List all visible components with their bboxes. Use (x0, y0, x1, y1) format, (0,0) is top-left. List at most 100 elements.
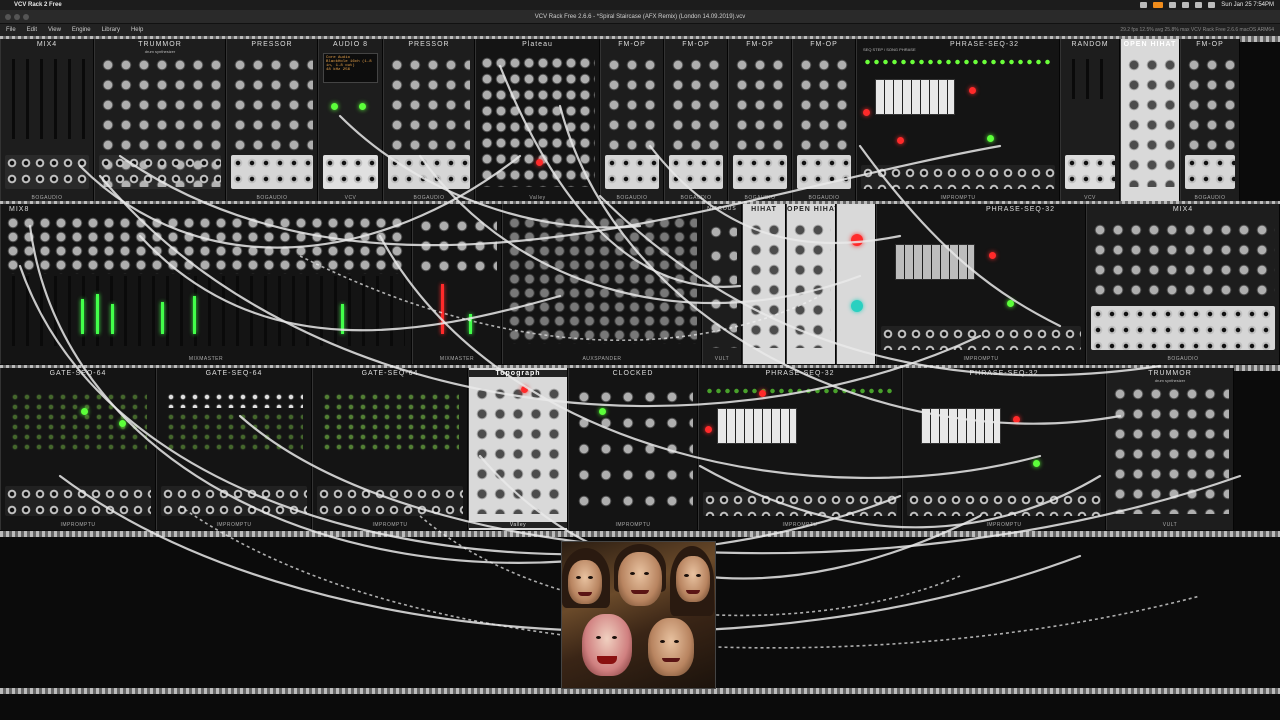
knob-grid[interactable] (231, 55, 313, 153)
search-icon[interactable] (1195, 2, 1203, 8)
jack-panel[interactable] (323, 155, 378, 189)
menu-library[interactable]: Library (102, 27, 120, 33)
module-open-hihat[interactable]: OPEN HIHAT (1120, 39, 1180, 203)
knob-grid[interactable] (5, 216, 407, 274)
recording-indicator-icon[interactable] (1153, 2, 1164, 8)
knob-grid[interactable] (1185, 55, 1235, 153)
module-phrase-seq-32[interactable]: PHRASE-SEQ-32 IMPROMPTU (902, 368, 1106, 530)
knob-grid[interactable] (605, 55, 659, 153)
knob-grid[interactable] (388, 55, 470, 153)
jack-panel[interactable] (1065, 155, 1115, 189)
module-mixmaster-aux[interactable]: MIXMASTER (412, 204, 502, 364)
jack-panel[interactable] (1185, 155, 1235, 189)
knob-grid[interactable] (791, 220, 831, 348)
knob-grid[interactable] (1111, 384, 1229, 514)
teal-knob[interactable] (851, 300, 863, 312)
module-fm-op[interactable]: FM-OP BOGAUDIO (664, 39, 728, 203)
module-audio8[interactable]: AUDIO 8 Core Audio BlackHole 16ch (1-8 i… (318, 39, 383, 203)
knob-grid[interactable] (507, 216, 697, 344)
jack-panel[interactable] (1091, 306, 1275, 350)
knob-grid[interactable] (473, 384, 563, 514)
module-fm-op[interactable]: FM-OP BOGAUDIO (792, 39, 856, 203)
jack-panel[interactable] (703, 492, 897, 516)
jack-panel[interactable] (99, 155, 221, 189)
menubar-clock[interactable]: Sun Jan 25 7:54PM (1221, 2, 1274, 8)
menubar-app-name[interactable]: VCV Rack 2 Free (14, 2, 62, 8)
battery-icon[interactable] (1169, 2, 1177, 8)
jack-panel[interactable] (669, 155, 723, 189)
module-nitrous[interactable]: NITROUS VULT (702, 204, 742, 364)
module-gate-seq-64[interactable]: GATE-SEQ-64 IMPROMPTU (0, 368, 156, 530)
gate-grid[interactable] (321, 392, 459, 452)
module-pressor[interactable]: PRESSOR BOGAUDIO (383, 39, 475, 203)
slider-bank[interactable] (1067, 59, 1113, 99)
close-window-button[interactable] (5, 14, 11, 20)
module-plateau[interactable]: Plateau Valley (475, 39, 600, 203)
module-fm-op[interactable]: FM-OP BOGAUDIO (600, 39, 664, 203)
knob-grid[interactable] (669, 55, 723, 153)
module-phrase-seq-32[interactable]: PHRASE-SEQ-32 IMPROMPTU (876, 204, 1086, 364)
gate-grid[interactable] (9, 392, 147, 452)
module-gate-seq-64[interactable]: GATE-SEQ-64 IMPROMPTU (156, 368, 312, 530)
module-hihat[interactable]: HIHAT (742, 204, 786, 364)
knob-grid[interactable] (1125, 55, 1175, 187)
jack-panel[interactable] (231, 155, 313, 189)
module-trummor[interactable]: TRUMMOR drum synthesizer (94, 39, 226, 203)
piano-keys[interactable] (717, 408, 797, 444)
menu-help[interactable]: Help (131, 27, 143, 33)
knob-grid[interactable] (747, 220, 781, 348)
jack-panel[interactable] (797, 155, 851, 189)
wifi-icon[interactable] (1182, 2, 1190, 8)
jack-panel[interactable] (605, 155, 659, 189)
module-pressor[interactable]: PRESSOR BOGAUDIO (226, 39, 318, 203)
module-phrase-seq-32[interactable]: PHRASE-SEQ-32 IMPROMPTU (698, 368, 902, 530)
menu-edit[interactable]: Edit (27, 27, 37, 33)
module-bernoulli-gate[interactable] (836, 204, 876, 364)
zoom-window-button[interactable] (23, 14, 29, 20)
jack-panel[interactable] (161, 486, 307, 516)
knob-grid[interactable] (707, 220, 737, 348)
jack-panel[interactable] (733, 155, 787, 189)
menu-engine[interactable]: Engine (72, 27, 91, 33)
module-random[interactable]: RANDOM VCV (1060, 39, 1120, 203)
module-mix4[interactable]: MIX4 BOGAUDIO (1086, 204, 1280, 364)
module-mixmaster[interactable]: MIX8 MIXMASTER (0, 204, 412, 364)
gate-grid[interactable] (165, 392, 303, 408)
jack-panel[interactable] (317, 486, 463, 516)
gate-grid[interactable] (165, 412, 303, 452)
module-mix4[interactable]: MIX4 BOGAUDIO (0, 39, 94, 203)
knob-grid[interactable] (733, 55, 787, 153)
knob-grid[interactable] (573, 384, 693, 514)
jack-panel[interactable] (861, 165, 1055, 189)
piano-keys[interactable] (895, 244, 975, 280)
module-auxspander[interactable]: AUXSPANDER (502, 204, 702, 364)
knob-grid[interactable] (480, 55, 595, 187)
minimize-window-button[interactable] (14, 14, 20, 20)
module-open-hihat[interactable]: OPEN HIHAT (786, 204, 836, 364)
piano-keys[interactable] (875, 79, 955, 115)
module-phrase-seq-32[interactable]: PHRASE-SEQ-32 SEQ STEP / SONG PHRASE IMP… (856, 39, 1060, 203)
red-knob[interactable] (851, 234, 863, 246)
knob-grid[interactable] (417, 216, 497, 274)
menu-file[interactable]: File (6, 27, 16, 33)
module-trummor[interactable]: TRUMMOR drum synthesizer VULT (1106, 368, 1234, 530)
menu-view[interactable]: View (48, 27, 61, 33)
dropbox-icon[interactable] (1140, 2, 1148, 8)
knob-grid[interactable] (1091, 220, 1275, 304)
fader-strip[interactable] (7, 59, 87, 139)
module-gate-seq-64[interactable]: GATE-SEQ-64 IMPROMPTU (312, 368, 468, 530)
module-fm-op[interactable]: FM-OP BOGAUDIO (1180, 39, 1240, 203)
jack-panel[interactable] (881, 326, 1081, 350)
module-fm-op[interactable]: FM-OP BOGAUDIO (728, 39, 792, 203)
audio-device-display[interactable]: Core Audio BlackHole 16ch (1-8 in, 1-8 o… (323, 53, 378, 83)
piano-keys[interactable] (921, 408, 1001, 444)
module-clocked[interactable]: CLOCKED IMPROMPTU (568, 368, 698, 530)
jack-panel[interactable] (388, 155, 470, 189)
fader-strip[interactable] (7, 276, 405, 346)
control-center-icon[interactable] (1208, 2, 1216, 8)
knob-grid[interactable] (797, 55, 851, 153)
module-topograph[interactable]: Topograph Valley (468, 368, 568, 530)
jack-panel[interactable] (5, 486, 151, 516)
jack-panel[interactable] (5, 155, 89, 189)
jack-panel[interactable] (907, 492, 1101, 516)
